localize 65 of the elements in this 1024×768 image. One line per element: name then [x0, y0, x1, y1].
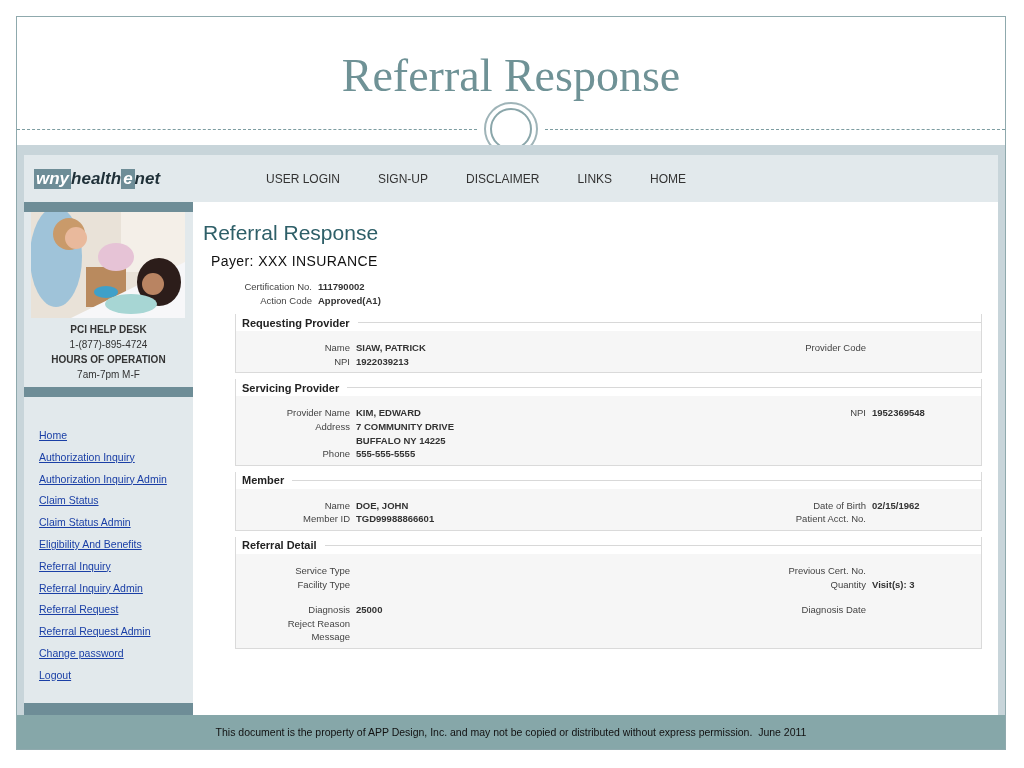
page-title: Referral Response — [203, 220, 380, 246]
field-value: Visit(s): 3 — [872, 578, 915, 590]
sidebar-link[interactable]: Home — [39, 429, 67, 441]
section-title: Requesting Provider — [241, 316, 351, 329]
field-value: 1952369548 — [872, 407, 925, 419]
nav-link[interactable]: USER LOGIN — [266, 171, 340, 186]
help-desk-text: 7am-7pm M-F — [76, 368, 141, 382]
field-label: Date of Birth — [813, 499, 866, 511]
slide-title: Referral Response — [341, 53, 681, 99]
field-label: Action Code — [259, 293, 313, 308]
help-desk-text: HOURS OF OPERATION — [50, 353, 167, 367]
field-label: Name — [324, 499, 350, 511]
field-label: Patient Acct. No. — [795, 513, 866, 525]
field-label: Facility Type — [297, 578, 350, 590]
field-value: 02/15/1962 — [872, 499, 920, 511]
field-value: SIAW, PATRICK — [356, 342, 426, 354]
sidebar-link[interactable]: Change password — [39, 646, 124, 659]
sidebar-link[interactable]: Claim Status — [39, 494, 99, 507]
footer-text: This document is the property of APP Design, Inc. and may not be copied or distributed without express permission. June 2011 — [215, 726, 807, 738]
field-label: NPI — [334, 355, 350, 367]
field-value: 111790002 — [318, 280, 365, 294]
section-title: Member — [241, 474, 286, 487]
sidebar-link[interactable]: Referral Request Admin — [39, 625, 151, 638]
field-label: Service Type — [295, 564, 350, 576]
field-label: Address — [315, 420, 350, 432]
sidebar-link[interactable]: Claim Status Admin — [39, 516, 131, 529]
field-value: BUFFALO NY 14225 — [356, 434, 446, 446]
sidebar-link[interactable]: Authorization Inquiry Admin — [39, 472, 167, 485]
help-desk-text: 1-(877)-895-4724 — [68, 338, 149, 352]
nav-link[interactable]: SIGN-UP — [378, 171, 429, 186]
field-label: Diagnosis — [308, 604, 350, 616]
field-label: Diagnosis Date — [801, 604, 866, 616]
field-label: Provider Code — [805, 342, 866, 354]
site-logo[interactable]: wnyhealthenet — [24, 168, 204, 189]
help-desk-text: PCI HELP DESK — [69, 323, 148, 337]
nav-link[interactable]: LINKS — [577, 171, 613, 186]
field-label: Quantity — [830, 578, 866, 590]
field-value: KIM, EDWARD — [356, 407, 421, 419]
sidebar-link[interactable]: Authorization Inquiry — [39, 450, 135, 463]
nav-link[interactable]: HOME — [650, 171, 687, 186]
field-value: TGD99988866601 — [356, 513, 435, 525]
field-label: Message — [311, 631, 350, 643]
nav-link[interactable]: DISCLAIMER — [466, 171, 540, 186]
field-label: NPI — [850, 407, 866, 419]
sidebar-link[interactable]: Logout — [39, 668, 72, 681]
field-value: 555-555-5555 — [356, 448, 416, 460]
payer-text: Payer: XXX INSURANCE — [211, 253, 379, 269]
field-label: Previous Cert. No. — [788, 564, 866, 576]
field-value: Approved(A1) — [318, 293, 381, 308]
field-value: 25000 — [356, 604, 383, 616]
section-title: Servicing Provider — [241, 381, 341, 394]
sidebar-link[interactable]: Referral Request — [39, 603, 119, 616]
sidebar-link[interactable]: Eligibility And Benefits — [39, 538, 142, 550]
sidebar-link[interactable]: Referral Inquiry Admin — [39, 581, 143, 594]
field-label: Name — [324, 342, 350, 354]
field-label: Certification No. — [243, 280, 313, 294]
sidebar-link[interactable]: Referral Inquiry — [39, 559, 111, 572]
field-label: Provider Name — [286, 407, 350, 419]
field-label: Member ID — [303, 513, 350, 525]
field-value: 1922039213 — [356, 355, 409, 367]
field-value: DOE, JOHN — [356, 499, 409, 511]
field-value: 7 COMMUNITY DRIVE — [356, 420, 454, 432]
section-title: Referral Detail — [241, 539, 318, 552]
field-label: Phone — [322, 448, 350, 460]
field-label: Reject Reason — [287, 617, 350, 629]
